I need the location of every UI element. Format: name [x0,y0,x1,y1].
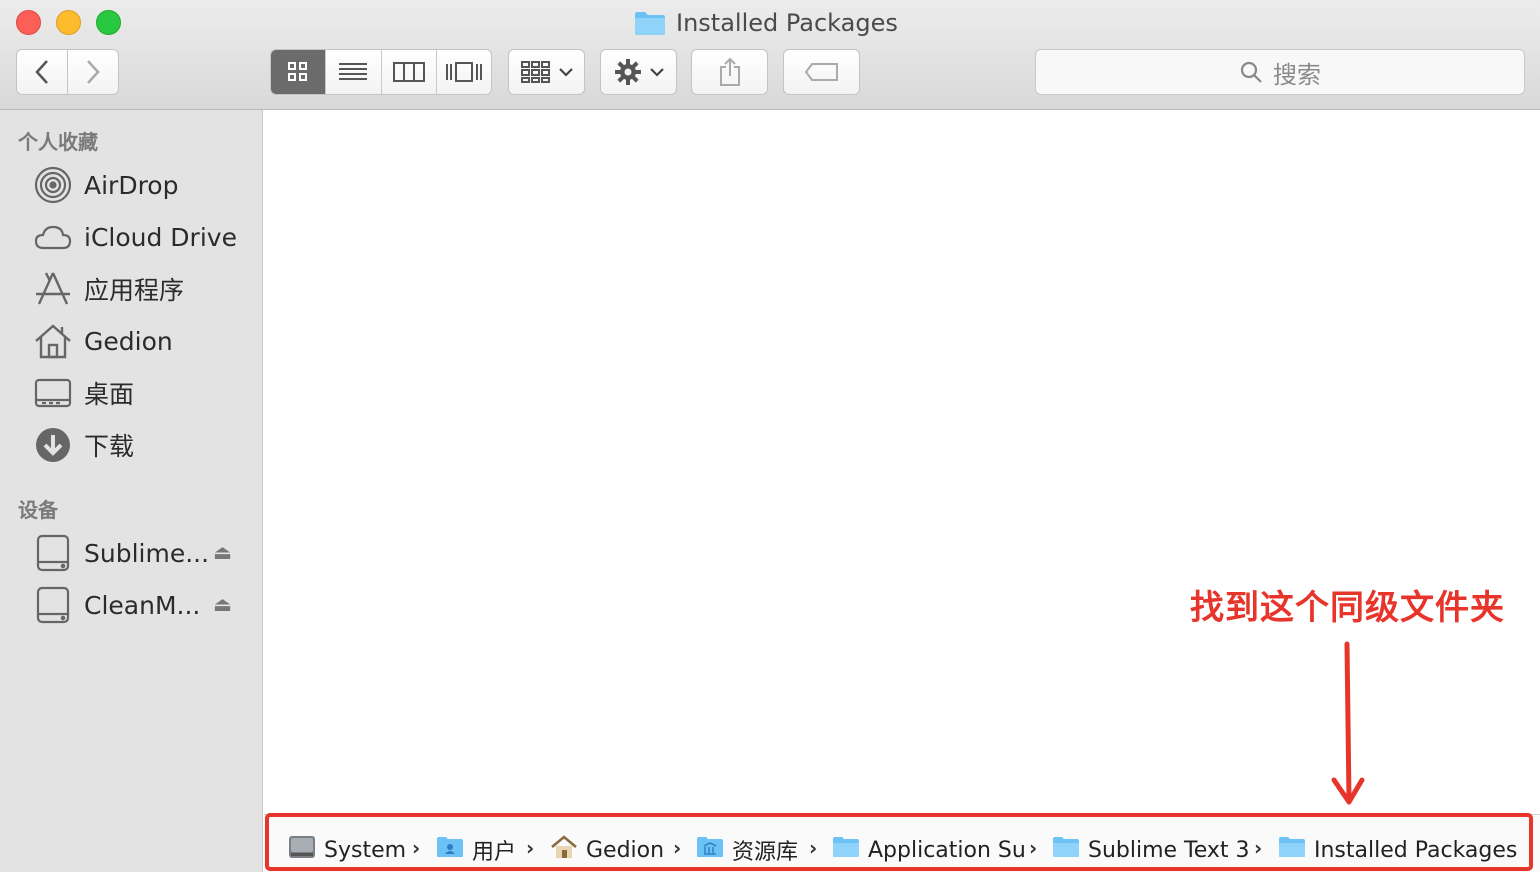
sidebar-item-icloud-drive[interactable]: iCloud Drive [34,217,254,257]
column-view-button[interactable] [382,50,437,94]
cover-flow-view-button[interactable] [437,50,491,94]
back-button[interactable] [16,49,68,95]
devices-header: 设备 [18,498,58,522]
applications-icon [34,270,72,308]
sidebar-item-label: 下载 [84,432,135,461]
desktop-icon [34,374,72,412]
chevron-right-icon [87,60,100,84]
airdrop-icon [34,166,72,204]
cover-flow-icon [445,62,482,82]
sidebar-item-label: CleanM... [84,590,201,620]
window-title-text: Installed Packages [676,9,898,37]
minimize-button[interactable] [56,10,81,35]
action-menu-button[interactable] [600,49,677,95]
sidebar: 个人收藏 AirDrop iCloud Drive 应用程序 Gedion 桌面 [0,110,263,872]
annotation-arrow [1331,641,1365,805]
sidebar-item-label: 应用程序 [84,276,185,305]
sidebar-item-label: Gedion [84,326,173,356]
tag-icon [804,63,838,81]
annotation-highlight-box [265,813,1533,871]
sidebar-item-label: 桌面 [84,380,135,409]
arrange-button[interactable] [508,49,585,95]
sidebar-item-desktop[interactable]: 桌面 [34,373,254,413]
search-field[interactable]: 搜索 [1035,49,1525,95]
list-view-button[interactable] [326,50,382,94]
share-icon [719,57,740,86]
sidebar-item-downloads[interactable]: 下载 [34,425,254,465]
chevron-down-icon [558,68,573,77]
annotation-text: 找到这个同级文件夹 [1190,588,1505,628]
grid-icon [288,62,308,81]
cloud-icon [34,218,72,256]
sidebar-item-home[interactable]: Gedion [34,321,254,361]
search-icon [1240,61,1262,83]
tags-button[interactable] [783,49,860,95]
view-mode-control [270,49,492,95]
eject-icon[interactable]: ⏏ [213,592,232,616]
sidebar-item-applications[interactable]: 应用程序 [34,269,254,309]
sidebar-item-label: AirDrop [84,170,179,200]
eject-icon[interactable]: ⏏ [213,540,232,564]
share-button[interactable] [691,49,768,95]
zoom-button[interactable] [96,10,121,35]
disk-icon [34,586,72,624]
disk-icon [34,534,72,572]
gear-icon [614,59,641,85]
list-icon [339,63,368,80]
folder-icon [634,10,666,36]
sidebar-item-label: Sublime... [84,538,210,568]
close-button[interactable] [16,10,41,35]
forward-button[interactable] [67,49,119,95]
arrange-grid-icon [520,61,550,83]
favorites-header: 个人收藏 [18,130,98,154]
chevron-left-icon [35,60,48,84]
columns-icon [392,62,425,82]
home-icon [34,322,72,360]
sidebar-item-airdrop[interactable]: AirDrop [34,165,254,205]
window-title: Installed Packages [634,6,898,40]
chevron-down-icon [649,68,664,77]
sidebar-item-label: iCloud Drive [84,222,237,252]
download-icon [34,426,72,464]
icon-view-button[interactable] [271,50,327,94]
search-placeholder: 搜索 [1273,60,1321,89]
